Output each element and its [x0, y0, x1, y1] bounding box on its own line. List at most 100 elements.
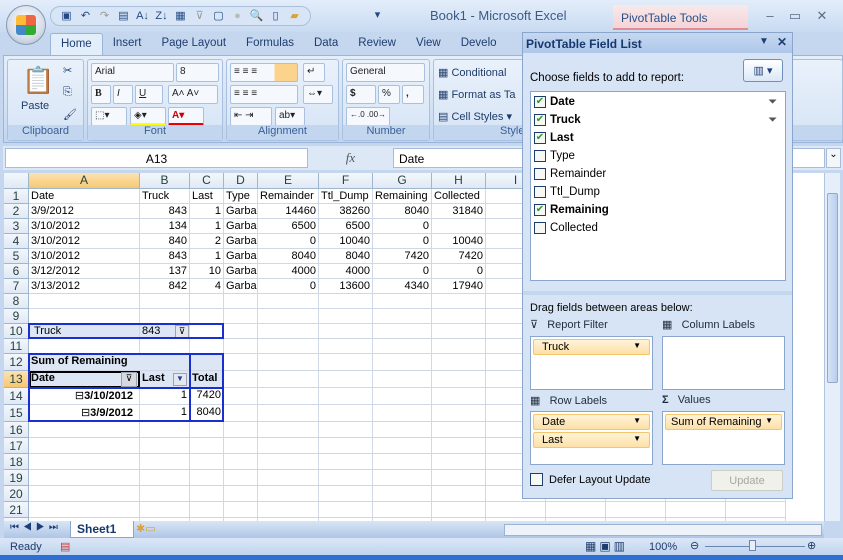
cell-G15[interactable]	[373, 405, 432, 422]
cell-F19[interactable]	[319, 470, 373, 486]
tab-insert[interactable]: Insert	[103, 33, 152, 55]
minimize-icon[interactable]: –	[760, 8, 780, 23]
cell-H8[interactable]	[432, 294, 486, 309]
cell-B6[interactable]: 137	[140, 264, 190, 279]
cell-A18[interactable]	[29, 454, 140, 470]
row-header-3[interactable]: 3	[4, 219, 29, 234]
cell-H13[interactable]	[432, 371, 486, 388]
cell-G9[interactable]	[373, 309, 432, 324]
cell-E17[interactable]	[258, 438, 319, 454]
name-box[interactable]: A13	[5, 148, 308, 168]
fill-color-button[interactable]: ◈▾	[130, 107, 166, 126]
sheet-tab-sheet1[interactable]: Sheet1	[70, 521, 134, 538]
cell-B16[interactable]	[140, 422, 190, 438]
checkbox[interactable]	[534, 150, 546, 162]
cell-A4[interactable]: 3/10/2012	[29, 234, 140, 249]
cell-C18[interactable]	[190, 454, 224, 470]
pivot-values-header[interactable]: Sum of Remaining	[29, 354, 190, 371]
column-labels-area[interactable]	[662, 336, 785, 390]
filter-icon[interactable]: ⊽	[192, 9, 207, 24]
field-item-collected[interactable]: Collected	[534, 220, 598, 236]
maximize-icon[interactable]: ▭	[785, 8, 805, 24]
percent-button[interactable]: %	[378, 85, 400, 104]
pivot-row-last[interactable]: 1	[140, 388, 190, 405]
cell-D20[interactable]	[224, 486, 258, 502]
row-header-6[interactable]: 6	[4, 264, 29, 279]
cell-H4[interactable]: 10040	[432, 234, 486, 249]
row-header-14[interactable]: 14	[4, 388, 29, 405]
cell-D11[interactable]	[224, 339, 258, 354]
cell-D14[interactable]	[224, 388, 258, 405]
panel-menu-icon[interactable]: ▼	[759, 36, 769, 47]
vertical-align-buttons[interactable]: ≡ ≡ ≡	[230, 63, 298, 82]
cell-C16[interactable]	[190, 422, 224, 438]
bold-button[interactable]: B	[91, 85, 111, 104]
cell-E12[interactable]	[258, 354, 319, 371]
cell-A7[interactable]: 3/13/2012	[29, 279, 140, 294]
panel-splitter[interactable]	[523, 291, 792, 295]
tab-formulas[interactable]: Formulas	[236, 33, 304, 55]
field-item-last[interactable]: ✔ Last	[534, 130, 574, 146]
cell-C17[interactable]	[190, 438, 224, 454]
cell-A9[interactable]	[29, 309, 140, 324]
cell-D9[interactable]	[224, 309, 258, 324]
cell-F2[interactable]: 38260	[319, 204, 373, 219]
cell-F5[interactable]: 8040	[319, 249, 373, 264]
cell-H5[interactable]: 7420	[432, 249, 486, 264]
cell-D12[interactable]	[224, 354, 258, 371]
open-icon[interactable]: ▰	[287, 9, 302, 24]
cell-H21[interactable]	[432, 502, 486, 518]
cell-H20[interactable]	[432, 486, 486, 502]
office-button[interactable]	[6, 5, 46, 45]
cell-G11[interactable]	[373, 339, 432, 354]
row-header-7[interactable]: 7	[4, 279, 29, 294]
cell-E2[interactable]: 14460	[258, 204, 319, 219]
cell-F15[interactable]	[319, 405, 373, 422]
sort-desc-icon[interactable]: Z↓	[154, 9, 169, 24]
cell-B5[interactable]: 843	[140, 249, 190, 264]
decimal-buttons[interactable]: ←.0 .00→	[346, 107, 390, 126]
cell-B3[interactable]: 134	[140, 219, 190, 234]
cell-G2[interactable]: 8040	[373, 204, 432, 219]
dropdown-arrow-icon[interactable]: ▼	[633, 416, 641, 425]
report-filter-area[interactable]: Truck ▼	[530, 336, 653, 390]
pivot-row-last[interactable]: 1	[140, 405, 190, 422]
field-item-remainder[interactable]: Remainder	[534, 166, 606, 182]
values-area[interactable]: Sum of Remaining ▼	[662, 411, 785, 465]
cell-F4[interactable]: 10040	[319, 234, 373, 249]
cell-G16[interactable]	[373, 422, 432, 438]
currency-button[interactable]: $	[346, 85, 376, 104]
cell-F7[interactable]: 13600	[319, 279, 373, 294]
column-header-F[interactable]: F	[319, 173, 373, 189]
font-name-dropdown[interactable]: Arial	[91, 63, 174, 82]
paste-button[interactable]: Paste	[21, 100, 49, 112]
cell-F16[interactable]	[319, 422, 373, 438]
horizontal-align-buttons[interactable]: ≡ ≡ ≡	[230, 85, 298, 104]
cell-F12[interactable]	[319, 354, 373, 371]
tab-view[interactable]: View	[406, 33, 451, 55]
checked-checkbox-icon[interactable]: ✔	[534, 96, 546, 108]
cell-A8[interactable]	[29, 294, 140, 309]
cell-H15[interactable]	[432, 405, 486, 422]
cell-H18[interactable]	[432, 454, 486, 470]
field-item-ttl_dump[interactable]: Ttl_Dump	[534, 184, 600, 200]
cell-A3[interactable]: 3/10/2012	[29, 219, 140, 234]
dropdown-arrow-icon[interactable]: ▼	[633, 434, 641, 443]
pivot-filter-dropdown[interactable]: ⊽	[175, 325, 189, 338]
cell-F13[interactable]	[319, 371, 373, 388]
zoom-in-icon[interactable]: ⊕	[807, 539, 816, 552]
cell-C1[interactable]: Last	[190, 189, 224, 204]
cell-J21[interactable]	[546, 502, 606, 518]
column-header-A[interactable]: A	[29, 173, 140, 189]
row-header-15[interactable]: 15	[4, 405, 29, 422]
cell-C5[interactable]: 1	[190, 249, 224, 264]
cell-E10[interactable]	[258, 324, 319, 339]
insert-function-button[interactable]: fx	[308, 148, 393, 168]
cell-F11[interactable]	[319, 339, 373, 354]
row-header-8[interactable]: 8	[4, 294, 29, 309]
cell-G14[interactable]	[373, 388, 432, 405]
column-header-G[interactable]: G	[373, 173, 432, 189]
cell-D17[interactable]	[224, 438, 258, 454]
checked-checkbox-icon[interactable]: ✔	[534, 132, 546, 144]
cell-D3[interactable]: Garba	[224, 219, 258, 234]
